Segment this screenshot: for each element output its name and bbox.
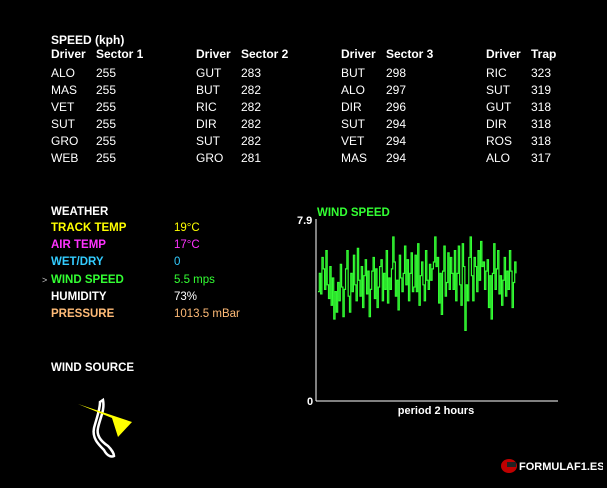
speed-value: 294: [386, 134, 407, 148]
speed-col-driver-header: Driver: [51, 47, 86, 61]
speed-value: 255: [96, 66, 117, 80]
weather-label: HUMIDITY: [51, 290, 107, 303]
speed-value: 255: [96, 117, 117, 131]
weather-label: PRESSURE: [51, 308, 115, 320]
speed-driver: MAS: [51, 83, 78, 97]
speed-driver: BUT: [341, 66, 365, 80]
speed-driver: VET: [51, 100, 75, 114]
speed-driver: BUT: [196, 83, 220, 97]
logo-text: FORMULAF1.ES: [519, 461, 603, 473]
speed-driver: ALO: [51, 66, 76, 80]
speed-col-driver-header: Driver: [486, 47, 521, 61]
speed-value: 318: [531, 100, 552, 114]
speed-value: 296: [386, 100, 407, 114]
speed-col-value-header: Trap: [531, 47, 557, 61]
speed-value: 282: [241, 83, 262, 97]
speed-title: SPEED (kph): [51, 33, 125, 47]
speed-col-value-header: Sector 2: [241, 47, 289, 61]
speed-value: 294: [386, 151, 407, 165]
speed-value: 297: [386, 83, 407, 97]
speed-driver: SUT: [196, 134, 220, 148]
speed-value: 282: [241, 134, 262, 148]
weather-value: 0: [174, 256, 181, 269]
chart-title: WIND SPEED: [317, 207, 390, 219]
speed-driver: SUT: [486, 83, 510, 97]
weather-value: 17°C: [174, 239, 200, 252]
weather-value: 73%: [174, 290, 198, 303]
speed-driver: GUT: [486, 100, 512, 114]
weather-title: WEATHER: [51, 206, 109, 218]
speed-driver: GUT: [196, 66, 222, 80]
speed-value: 318: [531, 117, 552, 131]
speed-value: 323: [531, 66, 552, 80]
wind-speed-line: [318, 236, 517, 331]
weather-label: TRACK TEMP: [51, 222, 127, 234]
speed-col-value-header: Sector 1: [96, 47, 144, 61]
speed-value: 298: [386, 66, 407, 80]
wind-direction-arrow-icon: [78, 404, 132, 437]
weather-value: 1013.5 mBar: [174, 308, 240, 320]
speed-value: 255: [96, 100, 117, 114]
speed-value: 283: [241, 66, 262, 80]
weather-label: WIND SPEED: [51, 273, 124, 286]
speed-driver: DIR: [341, 100, 362, 114]
x-axis-label: period 2 hours: [398, 405, 474, 417]
track-outline: [92, 397, 116, 458]
speed-value: 318: [531, 134, 552, 148]
speed-driver: GRO: [196, 151, 224, 165]
speed-driver: DIR: [486, 117, 507, 131]
speed-value: 294: [386, 117, 407, 131]
speed-driver: SUT: [51, 117, 75, 131]
speed-driver: MAS: [341, 151, 368, 165]
weather-value: 19°C: [174, 222, 200, 234]
speed-driver: ROS: [486, 134, 513, 148]
speed-driver: ALO: [341, 83, 366, 97]
speed-value: 319: [531, 83, 552, 97]
selected-marker-icon: >: [42, 274, 48, 285]
speed-value: 282: [241, 100, 262, 114]
wind-speed-chart: WIND SPEED 7.9 0 period 2 hours: [297, 207, 558, 417]
speed-driver: ALO: [486, 151, 511, 165]
wind-source-graphic: [78, 397, 132, 458]
speed-driver: GRO: [51, 134, 79, 148]
weather-value: 5.5 mps: [174, 273, 215, 286]
speed-driver: SUT: [341, 117, 365, 131]
helmet-visor: [507, 462, 516, 467]
speed-driver: WEB: [51, 151, 79, 165]
speed-value: 317: [531, 151, 552, 165]
y-tick-max: 7.9: [297, 215, 312, 227]
speed-col-driver-header: Driver: [196, 47, 231, 61]
wind-source-title: WIND SOURCE: [51, 362, 135, 374]
speed-col-driver-header: Driver: [341, 47, 376, 61]
speed-col-value-header: Sector 3: [386, 47, 434, 61]
speed-value: 255: [96, 83, 117, 97]
speed-value: 255: [96, 134, 117, 148]
speed-driver: RIC: [486, 66, 507, 80]
formulaf1-logo: FORMULAF1.ES: [499, 456, 605, 476]
speed-value: 255: [96, 151, 117, 165]
y-tick-min: 0: [307, 396, 313, 408]
speed-value: 281: [241, 151, 262, 165]
weather-label: WET/DRY: [51, 256, 104, 269]
speed-driver: DIR: [196, 117, 217, 131]
speed-value: 282: [241, 117, 262, 131]
speed-driver: RIC: [196, 100, 217, 114]
speed-driver: VET: [341, 134, 365, 148]
weather-label: AIR TEMP: [51, 239, 106, 252]
